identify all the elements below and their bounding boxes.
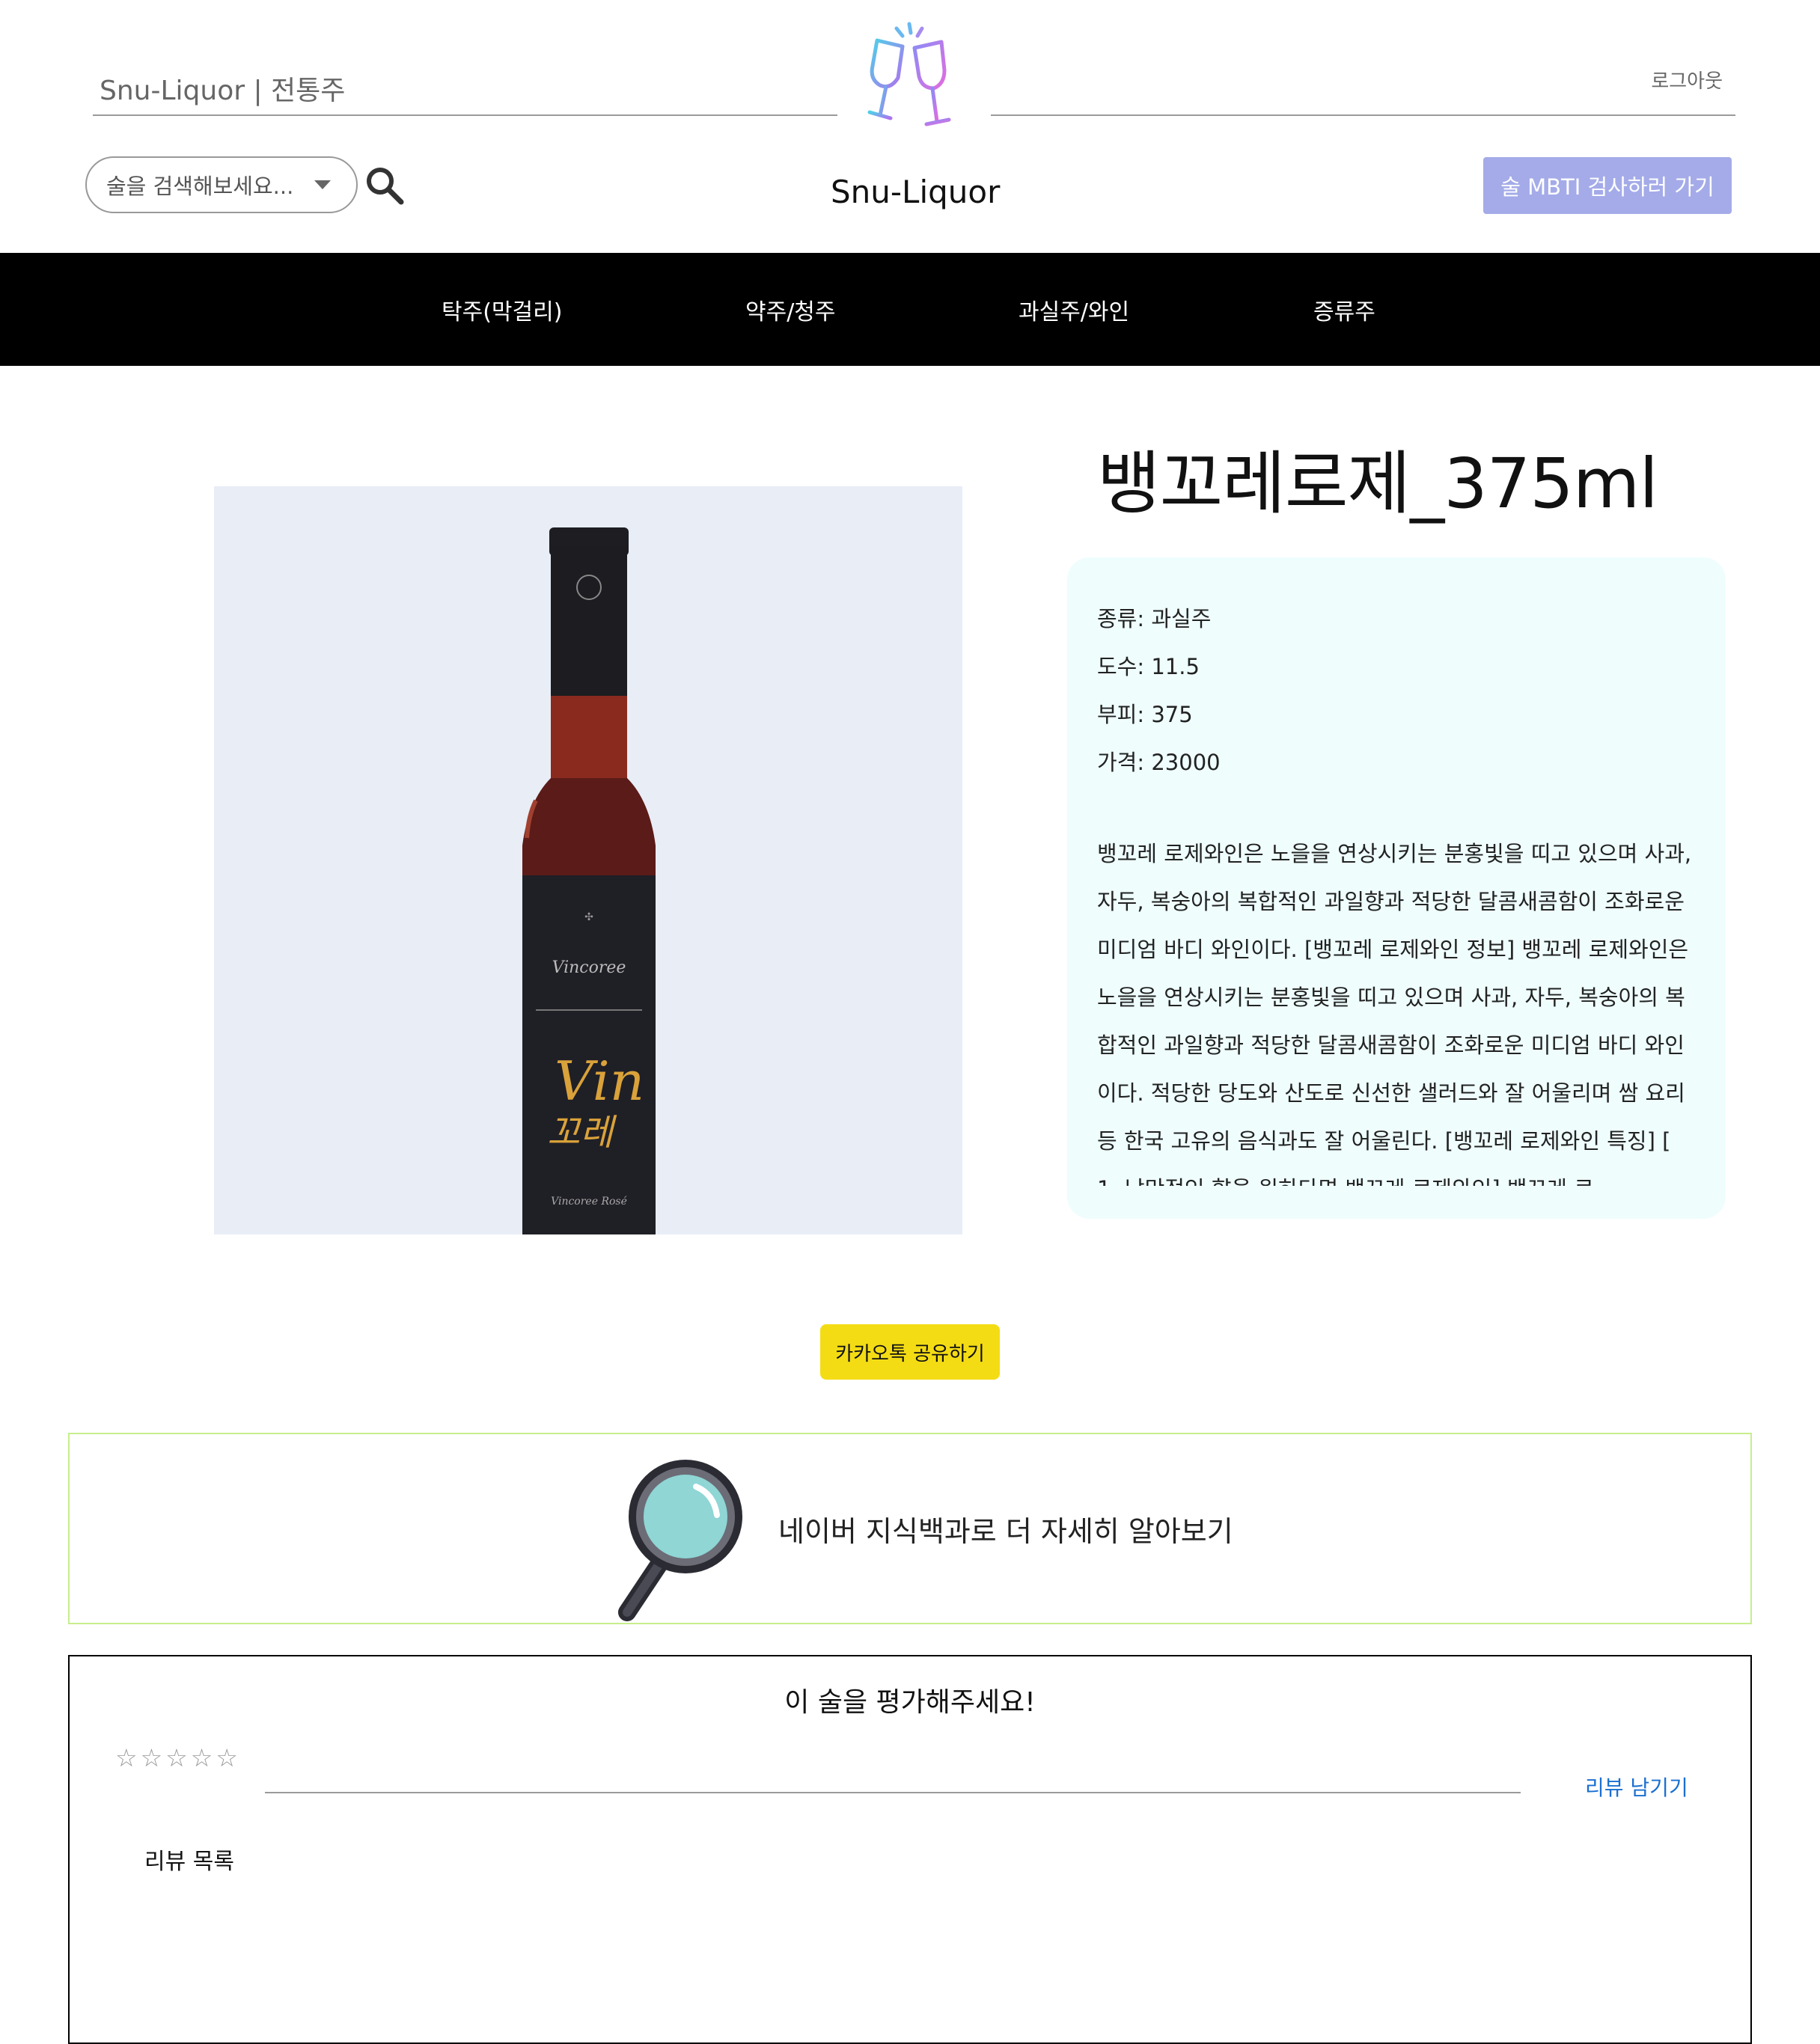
category-nav [0, 253, 1820, 366]
svg-text:✣: ✣ [584, 911, 593, 923]
svg-text:꼬레: 꼬레 [547, 1112, 617, 1154]
naver-link-text[interactable]: 네이버 지식백과로 더 자세히 알아보기 [778, 1508, 1233, 1549]
nav-item-fruit-wine[interactable]: 과실주/와인 [1019, 293, 1129, 326]
search-icon[interactable] [364, 165, 406, 206]
review-submit-link[interactable]: 리뷰 남기기 [1585, 1772, 1688, 1802]
search-select[interactable]: 술을 검색해보세요... [85, 156, 358, 213]
header-divider-left [93, 114, 837, 116]
product-type: 종류: 과실주 [1097, 606, 1212, 631]
wine-bottle-image: ✣ Vincoree Vin 꼬레 Vincoree Rosé [214, 486, 962, 1234]
svg-text:Vincoree Rosé: Vincoree Rosé [551, 1196, 627, 1208]
product-abv: 도수: 11.5 [1097, 654, 1200, 679]
nav-item-yakju[interactable]: 약주/청주 [745, 293, 836, 326]
search-input[interactable]: 술을 검색해보세요... [106, 169, 301, 201]
svg-text:Vin: Vin [555, 1050, 644, 1113]
chevron-down-icon [314, 180, 331, 189]
product-image: ✣ Vincoree Vin 꼬레 Vincoree Rosé [214, 486, 962, 1234]
kakao-share-button[interactable]: 카카오톡 공유하기 [820, 1324, 1000, 1380]
logout-link[interactable]: 로그아웃 [1651, 66, 1723, 94]
clinking-glasses-icon[interactable] [853, 16, 965, 136]
site-name[interactable]: Snu-Liquor [831, 174, 1000, 210]
product-title: 뱅꼬레로제_375ml [1097, 444, 1658, 524]
review-title: 이 술을 평가해주세요! [784, 1687, 1036, 1718]
mbti-test-button[interactable]: 술 MBTI 검사하러 가기 [1483, 157, 1732, 214]
product-price: 가격: 23000 [1097, 750, 1221, 775]
review-input[interactable] [265, 1792, 1521, 1793]
header-divider-right [991, 114, 1735, 116]
product-volume: 부피: 375 [1097, 702, 1193, 727]
product-info-box: 종류: 과실주 도수: 11.5 부피: 375 가격: 23000 뱅꼬레 로… [1067, 557, 1726, 1219]
product-description: 뱅꼬레 로제와인은 노을을 연상시키는 분홍빛을 띠고 있으며 사과, 자두, … [1097, 841, 1692, 1186]
review-list-heading: 리뷰 목록 [144, 1849, 234, 1875]
star-rating-input[interactable]: ☆☆☆☆☆ [115, 1743, 241, 1772]
magnifier-icon[interactable] [614, 1454, 745, 1626]
nav-item-spirits[interactable]: 증류주 [1313, 293, 1375, 326]
brand-subtitle: Snu-Liquor | 전통주 [100, 76, 346, 106]
nav-item-takju[interactable]: 탁주(막걸리) [442, 293, 562, 326]
svg-text:Vincoree: Vincoree [552, 958, 626, 977]
